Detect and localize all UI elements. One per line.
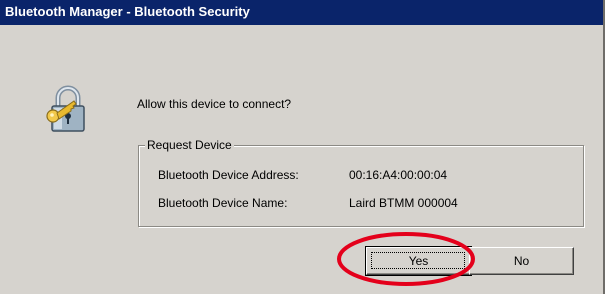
title-bar[interactable]: Bluetooth Manager - Bluetooth Security	[0, 0, 603, 25]
no-button[interactable]: No	[469, 247, 574, 275]
window-title: Bluetooth Manager - Bluetooth Security	[5, 4, 250, 19]
bluetooth-security-dialog: Bluetooth Manager - Bluetooth Security A…	[0, 0, 605, 294]
device-address-value: 00:16:A4:00:00:04	[349, 168, 448, 182]
request-device-legend: Request Device	[145, 138, 234, 152]
padlock-key-icon	[46, 85, 85, 132]
connect-prompt: Allow this device to connect?	[137, 97, 292, 111]
request-device-group: Request Device Bluetooth Device Address:…	[138, 138, 584, 227]
device-address-label: Bluetooth Device Address:	[158, 168, 299, 182]
device-name-value: Laird BTMM 000004	[349, 196, 458, 210]
yes-button[interactable]: Yes	[365, 246, 472, 276]
device-name-label: Bluetooth Device Name:	[158, 196, 288, 210]
no-button-label: No	[513, 254, 530, 268]
focus-rectangle	[371, 252, 465, 269]
